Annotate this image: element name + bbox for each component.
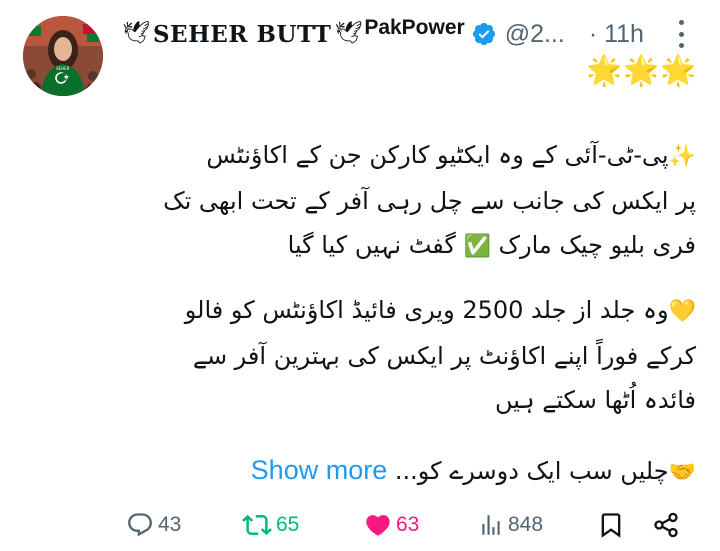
tweet-text-segment: پی-ٹی-آئی کے وہ ایکٹیو کارکن جن کے اکاؤن… (206, 141, 669, 169)
bookmark-button[interactable] (597, 505, 625, 545)
more-options-icon[interactable] (670, 20, 692, 48)
reply-icon (128, 513, 152, 537)
bookmark-icon (601, 513, 621, 538)
verified-badge-icon[interactable] (471, 21, 497, 47)
tweet-text-segment: چلیں سب ایک دوسرے کو... (394, 457, 669, 485)
tweet-text-paragraph-1: ✨پی-ٹی-آئی کے وہ ایکٹیو کارکن جن کے اکاؤ… (120, 133, 696, 269)
yellow-heart-emoji: 💛 (668, 299, 696, 324)
timestamp[interactable]: · 11h (589, 20, 644, 49)
tweet-text-paragraph-3: 🤝چلیں سب ایک دوسرے کو... Show more (120, 448, 696, 495)
tweet-text-line: 💛وہ جلد از جلد 2500 ویری فائیڈ اکاؤنٹس ک… (120, 288, 696, 334)
tweet-text-line: ✨پی-ٹی-آئی کے وہ ایکٹیو کارکن جن کے اکاؤ… (120, 133, 696, 179)
display-name-suffix[interactable]: PakPower (364, 16, 464, 40)
retweet-count: 65 (276, 513, 300, 536)
tweet-header: 🕊 SEHER BUTT 🕊 PakPower @2... · 11h (122, 14, 644, 54)
dove-icon-left: 🕊 (122, 21, 150, 46)
avatar-image: SEHER (23, 16, 103, 96)
tweet-text-segment: وہ جلد از جلد 2500 ویری فائیڈ اکاؤنٹس کو… (184, 296, 669, 324)
reply-button[interactable]: 43 (126, 505, 181, 545)
tweet-text-line: پر ایکس کی جانب سے چل رہی آفر کے تحت ابھ… (163, 187, 696, 215)
views-button[interactable]: 848 (478, 505, 543, 545)
reply-count: 43 (158, 513, 182, 536)
avatar[interactable]: SEHER (23, 16, 103, 96)
tweet[interactable]: SEHER 🕊 SEHER BUTT 🕊 PakPower @2... · 11… (0, 0, 720, 551)
tweet-text-segment: گفٹ نہیں کیا گیا (287, 231, 456, 259)
handshake-emoji: 🤝 (668, 460, 696, 485)
dove-icon-right: 🕊 (334, 21, 363, 46)
show-more-link[interactable]: Show more (251, 455, 388, 485)
retweet-button[interactable]: 65 (242, 505, 299, 545)
tweet-text-paragraph-2: 💛وہ جلد از جلد 2500 ویری فائیڈ اکاؤنٹس ک… (120, 288, 696, 422)
stars-emoji: 🌟🌟🌟 (586, 53, 698, 87)
retweet-icon (242, 514, 272, 536)
heart-icon (366, 515, 390, 536)
tweet-text-segment: فری بلیو چیک مارک (498, 231, 696, 259)
tweet-text-line: فری بلیو چیک مارک ✅ گفٹ نہیں کیا گیا (120, 223, 696, 269)
user-handle[interactable]: @2... (505, 20, 565, 49)
view-count: 848 (508, 513, 544, 536)
display-name[interactable]: SEHER BUTT (153, 21, 331, 48)
share-icon (654, 512, 678, 538)
like-count: 63 (396, 513, 420, 536)
tweet-actions: 43 65 63 848 (0, 505, 720, 545)
tweet-text-line: کرکے فوراً اپنے اکاؤنٹ پر ایکس کی بہترین… (192, 342, 696, 370)
like-button[interactable]: 63 (364, 505, 419, 545)
check-mark-emoji: ✅ (463, 234, 491, 259)
views-chart-icon (482, 515, 500, 535)
tweet-text-line: فائدہ اُٹھا سکتے ہیں (495, 386, 696, 414)
sparkles-emoji: ✨ (668, 144, 696, 169)
tweet-text-line: 🤝چلیں سب ایک دوسرے کو... Show more (120, 448, 696, 495)
avatar-caption: SEHER (56, 66, 70, 71)
share-button[interactable] (652, 505, 680, 545)
